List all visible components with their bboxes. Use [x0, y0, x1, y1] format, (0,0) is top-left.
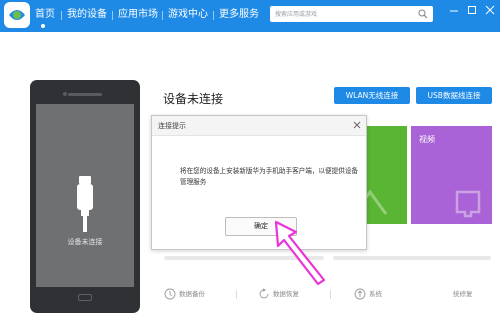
- minimize-icon[interactable]: [447, 4, 461, 16]
- top-bar: 首页 我的设备 应用市场 游戏中心 更多服务: [0, 0, 500, 32]
- usb-cable-icon: [77, 176, 93, 232]
- connection-dialog: 连接提示 将在您的设备上安装新版华为手机助手客户端，以便提供设备管理服务 确定: [151, 115, 367, 250]
- nav-divider: [61, 11, 62, 20]
- restore-icon: [259, 288, 269, 299]
- device-status-title: 设备未连接: [163, 92, 224, 106]
- progress-track: [333, 256, 491, 260]
- nav-active-indicator: [41, 24, 45, 28]
- close-window-icon[interactable]: [483, 4, 497, 16]
- nav-my-devices[interactable]: 我的设备: [67, 9, 107, 21]
- maximize-icon[interactable]: [465, 4, 479, 16]
- tile-video[interactable]: 视频: [411, 126, 492, 224]
- nav-home[interactable]: 首页: [35, 9, 55, 21]
- nav-game-center[interactable]: 游戏中心: [168, 9, 208, 21]
- nav-app-market[interactable]: 应用市场: [118, 9, 158, 21]
- phone-status-label: 设备未连接: [67, 238, 103, 246]
- dialog-title: 连接提示: [158, 122, 186, 130]
- video-icon: [455, 190, 481, 218]
- phone-camera: [63, 92, 67, 96]
- search-box[interactable]: [270, 6, 433, 22]
- phone-home-button: [78, 294, 92, 301]
- data-restore-label: 数据恢复: [273, 290, 299, 298]
- close-icon[interactable]: [352, 119, 362, 131]
- backup-icon: [164, 288, 176, 300]
- bottom-divider: [330, 290, 331, 299]
- usb-connect-button[interactable]: USB数据线连接: [416, 87, 492, 104]
- nav-more-services[interactable]: 更多服务: [219, 9, 259, 21]
- dialog-header: 连接提示: [152, 116, 366, 136]
- app-logo: [4, 2, 30, 28]
- tile-video-label: 视频: [419, 135, 435, 144]
- bottom-divider: [236, 290, 237, 299]
- search-icon[interactable]: [418, 9, 428, 19]
- nav-divider: [112, 11, 113, 20]
- system-update-label: 系统: [369, 290, 382, 298]
- nav-divider: [162, 11, 163, 20]
- annotation-arrow-icon: [274, 220, 326, 286]
- phone-illustration: 设备未连接: [30, 80, 140, 313]
- hisuite-window: 首页 我的设备 应用市场 游戏中心 更多服务 搜索应用或游戏 设备未连接 设备未…: [0, 0, 500, 328]
- phone-screen: 设备未连接: [36, 104, 134, 287]
- upload-icon: [354, 288, 366, 300]
- system-repair-label: 统修复: [453, 290, 473, 298]
- nav-divider: [213, 11, 214, 20]
- dialog-message: 将在您的设备上安装新版华为手机助手客户端，以便提供设备管理服务: [180, 167, 359, 186]
- wlan-connect-button[interactable]: WLAN无线连接: [334, 87, 410, 104]
- phone-speaker: [68, 93, 102, 96]
- data-backup-label: 数据备份: [179, 290, 205, 298]
- search-input[interactable]: [275, 6, 415, 22]
